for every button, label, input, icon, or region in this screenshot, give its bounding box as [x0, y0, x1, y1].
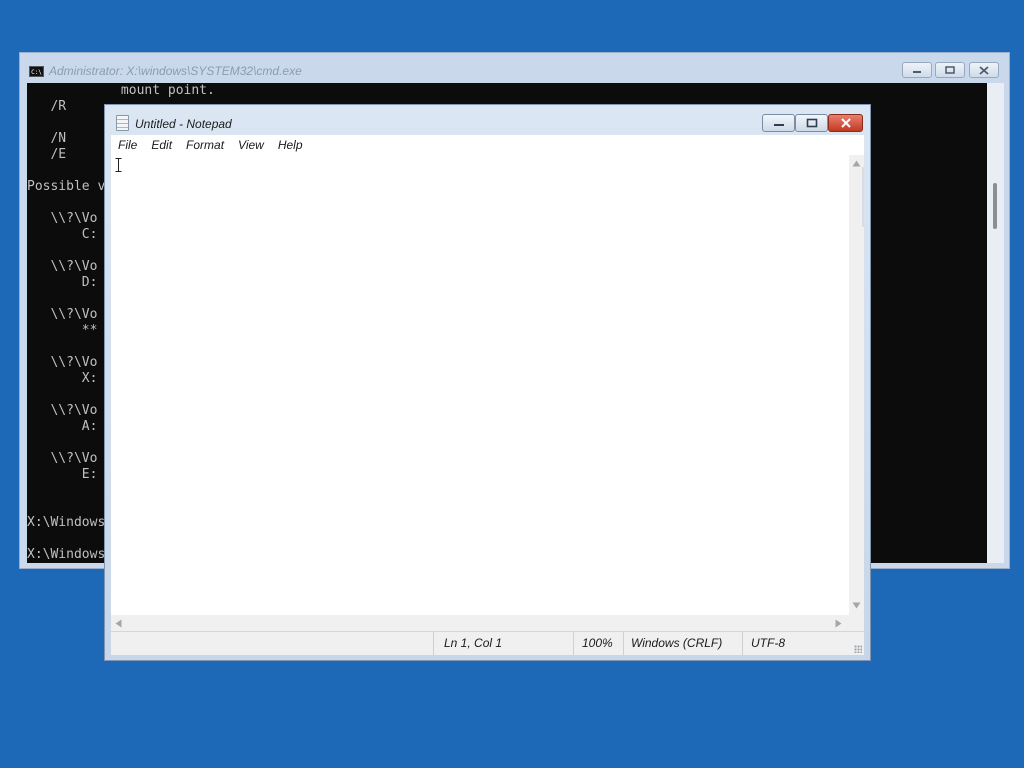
notepad-horizontal-scrollbar[interactable] — [111, 615, 849, 631]
cmd-line: \\?\Vo — [27, 355, 98, 370]
cmd-maximize-button[interactable] — [935, 62, 965, 78]
status-separator — [742, 632, 743, 655]
maximize-icon — [806, 118, 817, 128]
cmd-line: /N — [27, 131, 67, 146]
scroll-left-arrow-icon[interactable] — [115, 619, 122, 628]
cmd-window-title: Administrator: X:\windows\SYSTEM32\cmd.e… — [49, 64, 302, 78]
status-encoding: UTF-8 — [751, 636, 785, 650]
notepad-minimize-button[interactable] — [762, 114, 795, 132]
status-separator — [573, 632, 574, 655]
scroll-down-arrow-icon[interactable] — [852, 602, 861, 609]
maximize-icon — [945, 66, 955, 74]
cmd-line: /R — [27, 99, 67, 114]
cmd-line: C: — [27, 227, 98, 242]
minimize-icon — [773, 124, 784, 126]
status-separator — [433, 632, 434, 655]
cmd-line: X:\Windows — [27, 547, 106, 562]
status-zoom-level: 100% — [582, 636, 613, 650]
cmd-line: X:\Windows — [27, 515, 106, 530]
cmd-vertical-scrollbar[interactable] — [987, 83, 1004, 563]
cmd-line: mount point. — [27, 83, 215, 98]
cmd-line: A: — [27, 419, 98, 434]
cmd-line: X: — [27, 371, 98, 386]
cmd-app-icon: C:\ — [29, 66, 44, 77]
cmd-close-button[interactable] — [969, 62, 999, 78]
cmd-line: \\?\Vo — [27, 307, 98, 322]
cmd-line: ** — [27, 323, 98, 338]
notepad-window-title: Untitled - Notepad — [135, 117, 232, 131]
cmd-line: \\?\Vo — [27, 211, 98, 226]
cmd-line: E: — [27, 467, 98, 482]
notepad-close-button[interactable] — [828, 114, 863, 132]
close-icon — [979, 65, 989, 75]
notepad-text-area[interactable] — [111, 155, 849, 615]
cmd-line: \\?\Vo — [27, 403, 98, 418]
cmd-line: \\?\Vo — [27, 451, 98, 466]
notepad-window[interactable]: Untitled - Notepad File Edit Format View… — [104, 104, 871, 661]
cmd-line: /E — [27, 147, 67, 162]
notepad-vertical-scrollbar[interactable] — [849, 155, 864, 615]
menu-view[interactable]: View — [231, 135, 271, 155]
cmd-line: \\?\Vo — [27, 259, 98, 274]
scroll-right-arrow-icon[interactable] — [835, 619, 842, 628]
menu-format[interactable]: Format — [179, 135, 231, 155]
resize-grip-icon[interactable] — [854, 645, 862, 653]
scrollbar-corner — [849, 615, 864, 631]
cmd-titlebar[interactable]: C:\ Administrator: X:\windows\SYSTEM32\c… — [20, 53, 1009, 83]
cmd-minimize-button[interactable] — [902, 62, 932, 78]
notepad-app-icon — [116, 115, 129, 131]
minimize-icon — [913, 71, 921, 73]
status-cursor-position: Ln 1, Col 1 — [444, 636, 503, 650]
menu-help[interactable]: Help — [271, 135, 310, 155]
cmd-scrollbar-thumb[interactable] — [993, 183, 997, 229]
scrollbar-track-edge — [862, 167, 864, 227]
cmd-line: D: — [27, 275, 98, 290]
status-separator — [623, 632, 624, 655]
scroll-up-arrow-icon[interactable] — [852, 160, 861, 167]
status-line-ending: Windows (CRLF) — [631, 636, 723, 650]
notepad-status-bar: Ln 1, Col 1 100% Windows (CRLF) UTF-8 — [111, 631, 864, 655]
menu-file[interactable]: File — [111, 135, 144, 155]
cmd-line: Possible v — [27, 179, 106, 194]
menu-edit[interactable]: Edit — [144, 135, 179, 155]
notepad-menubar: File Edit Format View Help — [111, 135, 864, 155]
notepad-maximize-button[interactable] — [795, 114, 828, 132]
close-icon — [840, 118, 851, 128]
text-cursor-icon — [115, 158, 122, 172]
